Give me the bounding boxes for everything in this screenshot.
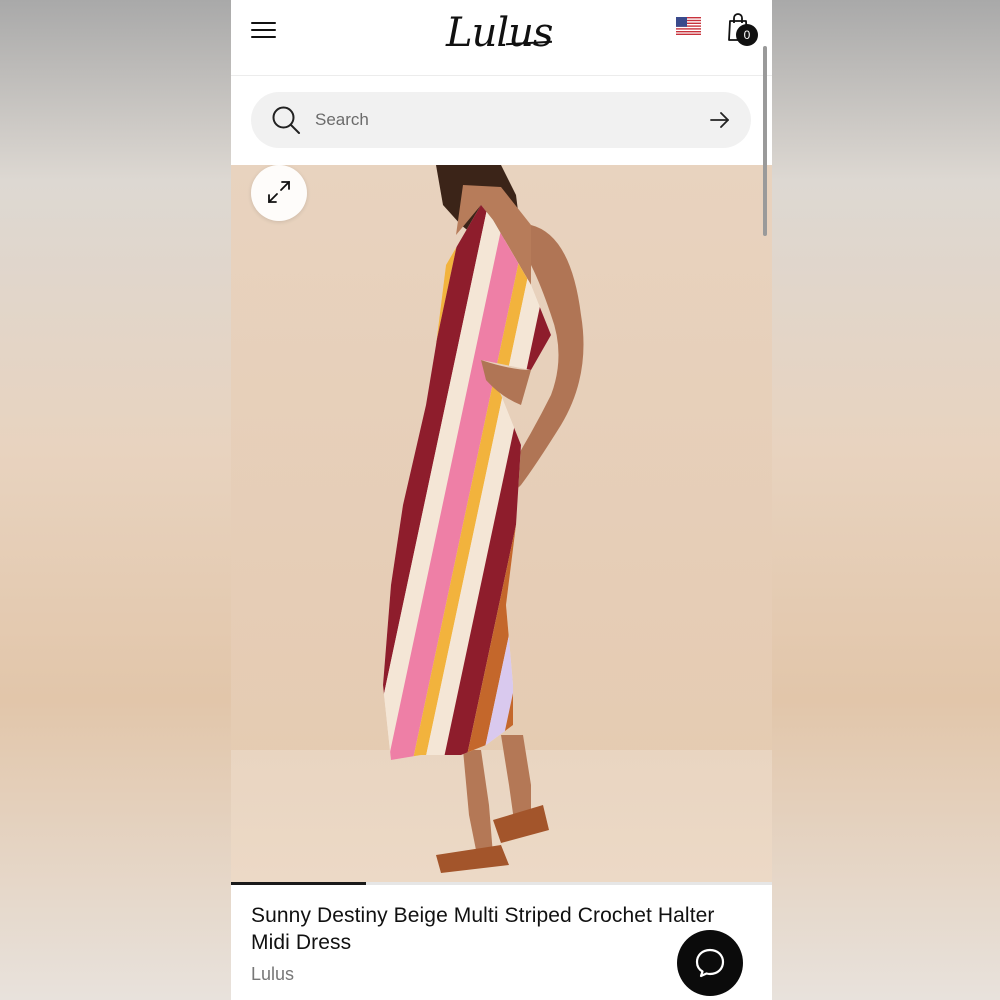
search-icon[interactable] (271, 105, 301, 135)
product-image[interactable] (231, 165, 772, 882)
site-logo[interactable]: Lulus (446, 8, 556, 58)
model-photo (383, 165, 584, 873)
gallery-progress (231, 882, 772, 885)
cart-count-badge: 0 (736, 24, 758, 46)
logo-text: Lulus (446, 10, 553, 56)
mobile-viewport: Lulus 0 Search Sunny Destiny Beige Multi… (231, 0, 772, 1000)
scrollbar[interactable] (763, 46, 767, 236)
arrow-right-icon[interactable] (709, 110, 731, 130)
expand-image-button[interactable] (251, 165, 307, 221)
us-flag-icon[interactable] (676, 17, 701, 35)
search-input[interactable] (315, 106, 685, 134)
search-bar (251, 92, 751, 148)
gallery-progress-fill (231, 882, 367, 885)
background-left (0, 0, 231, 1000)
chat-button[interactable] (677, 930, 743, 996)
product-brand[interactable]: Lulus (251, 964, 294, 985)
expand-icon (268, 181, 290, 203)
background-right (772, 0, 1000, 1000)
site-header: Lulus 0 (231, 0, 772, 76)
hamburger-menu-icon[interactable] (251, 20, 277, 42)
product-title: Sunny Destiny Beige Multi Striped Croche… (251, 904, 715, 954)
chat-bubble-icon (695, 948, 725, 978)
